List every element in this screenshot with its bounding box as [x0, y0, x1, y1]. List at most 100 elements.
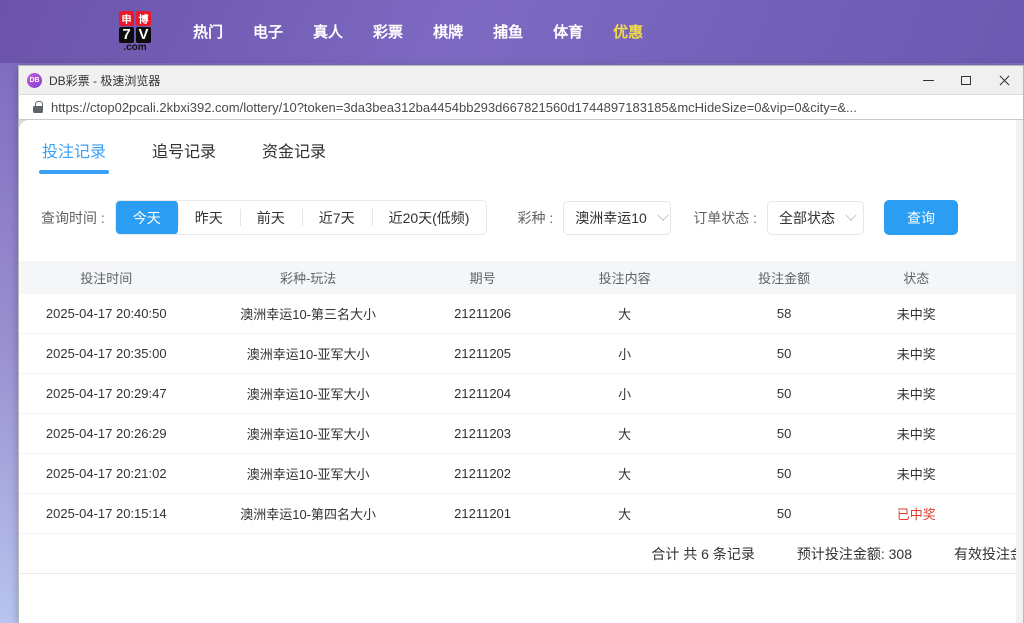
nav-item-electronic[interactable]: 电子	[253, 21, 283, 42]
cell-period: 21211206	[454, 306, 512, 321]
summary-expected-amount: 预计投注金额: 308	[796, 545, 912, 562]
nav-item-sports[interactable]: 体育	[553, 21, 583, 42]
cell-period: 21211203	[454, 426, 512, 441]
maximize-button[interactable]	[947, 66, 985, 94]
logo-char-v: V	[136, 26, 151, 43]
time-range-group: 今天 昨天 前天 近7天 近20天(低频)	[114, 200, 488, 235]
col-header-status: 状态	[903, 271, 930, 286]
cell-period: 21211201	[454, 506, 512, 521]
bet-records-table: 投注时间 彩种-玩法 期号 投注内容 投注金额 状态 2025-04-17 20…	[19, 261, 1016, 534]
cell-amount: 50	[776, 426, 792, 441]
main-nav: 热门 电子 真人 彩票 棋牌 捕鱼 体育 优惠	[193, 21, 643, 42]
cell-amount: 50	[776, 386, 792, 401]
browser-window: DB DB彩票 - 极速浏览器 https://ctop02pcali.2kbx…	[18, 65, 1024, 623]
nav-item-fishing[interactable]: 捕鱼	[493, 21, 523, 42]
url-text[interactable]: https://ctop02pcali.2kbxi392.com/lottery…	[51, 100, 857, 115]
status-filter-label: 订单状态 :	[693, 209, 758, 226]
cell-status: 未中奖	[896, 467, 936, 482]
cell-status: 已中奖	[896, 507, 936, 522]
chevron-down-icon	[845, 209, 857, 221]
cell-time: 2025-04-17 20:40:50	[45, 306, 167, 321]
tab-label: 资金记录	[262, 144, 327, 161]
search-button[interactable]: 查询	[884, 200, 959, 235]
cell-time: 2025-04-17 20:35:00	[45, 346, 167, 361]
logo-badge-shen: 申	[119, 10, 134, 26]
nav-item-hot[interactable]: 热门	[193, 21, 223, 42]
maximize-icon	[961, 75, 971, 85]
cell-content: 大	[618, 507, 632, 522]
vertical-scrollbar[interactable]	[1016, 120, 1023, 623]
col-header-period: 期号	[469, 271, 496, 286]
time-option-20days[interactable]: 近20天(低频)	[371, 201, 487, 234]
close-button[interactable]	[985, 66, 1023, 94]
tab-label: 追号记录	[152, 144, 217, 161]
active-tab-underline	[39, 170, 110, 174]
col-header-time: 投注时间	[80, 271, 133, 286]
time-filter-label: 查询时间 :	[41, 209, 105, 226]
order-status-select[interactable]: 全部状态	[767, 200, 865, 235]
cell-game: 澳洲幸运10-亚军大小	[246, 387, 370, 402]
table-row: 2025-04-17 20:29:47 澳洲幸运10-亚军大小 21211204…	[19, 374, 1016, 414]
cell-game: 澳洲幸运10-亚军大小	[246, 427, 370, 442]
cell-time: 2025-04-17 20:29:47	[45, 386, 167, 401]
table-row: 2025-04-17 20:40:50 澳洲幸运10-第三名大小 2121120…	[19, 294, 1016, 334]
cell-time: 2025-04-17 20:21:02	[45, 466, 167, 481]
nav-item-lottery[interactable]: 彩票	[373, 21, 403, 42]
cell-amount: 58	[776, 306, 792, 321]
table-header: 投注时间 彩种-玩法 期号 投注内容 投注金额 状态	[19, 261, 1016, 294]
cell-game: 澳洲幸运10-亚军大小	[246, 347, 370, 362]
table-row: 2025-04-17 20:26:29 澳洲幸运10-亚军大小 21211203…	[19, 414, 1016, 454]
logo-com: .com	[123, 41, 147, 53]
nav-item-live[interactable]: 真人	[313, 21, 343, 42]
cell-content: 小	[618, 387, 632, 402]
time-option-yesterday[interactable]: 昨天	[177, 201, 240, 234]
cell-time: 2025-04-17 20:26:29	[45, 426, 167, 441]
cell-period: 21211205	[454, 346, 512, 361]
cell-content: 大	[618, 467, 632, 482]
lottery-select[interactable]: 澳洲幸运10	[563, 200, 672, 235]
window-titlebar: DB DB彩票 - 极速浏览器	[19, 66, 1023, 94]
minimize-button[interactable]	[909, 66, 947, 94]
cell-status: 未中奖	[896, 347, 936, 362]
browser-favicon: DB	[27, 72, 42, 88]
site-logo[interactable]: 申 博 7 V .com	[105, 10, 165, 53]
cell-period: 21211202	[454, 466, 512, 481]
time-option-today[interactable]: 今天	[115, 201, 178, 234]
address-bar[interactable]: https://ctop02pcali.2kbxi392.com/lottery…	[19, 94, 1023, 120]
cell-amount: 50	[776, 346, 792, 361]
cell-period: 21211204	[454, 386, 512, 401]
col-header-content: 投注内容	[598, 271, 651, 286]
table-row: 2025-04-17 20:15:14 澳洲幸运10-第四名大小 2121120…	[19, 494, 1016, 534]
lock-icon	[33, 101, 43, 113]
chevron-down-icon	[657, 209, 669, 221]
cell-amount: 50	[776, 466, 792, 481]
cell-content: 小	[618, 347, 632, 362]
page-content: 投注记录 追号记录 资金记录 查询时间 : 今天 昨天 前天 近7天 近20天(…	[19, 120, 1023, 623]
status-select-value: 全部状态	[779, 209, 836, 226]
cell-content: 大	[618, 307, 632, 322]
cell-status: 未中奖	[896, 427, 936, 442]
close-icon	[999, 75, 1010, 86]
tab-fund-records[interactable]: 资金记录	[262, 138, 326, 174]
time-option-daybefore[interactable]: 前天	[239, 201, 302, 234]
cell-time: 2025-04-17 20:15:14	[45, 506, 167, 521]
cell-content: 大	[618, 427, 632, 442]
summary-total-records: 合计 共 6 条记录	[651, 545, 755, 562]
tab-chase-records[interactable]: 追号记录	[152, 138, 216, 174]
table-row: 2025-04-17 20:21:02 澳洲幸运10-亚军大小 21211202…	[19, 454, 1016, 494]
filter-bar: 查询时间 : 今天 昨天 前天 近7天 近20天(低频) 彩种 : 澳洲幸运10…	[41, 200, 1016, 235]
table-summary: 合计 共 6 条记录 预计投注金额: 308 有效投注金	[19, 534, 1023, 574]
cell-game: 澳洲幸运10-第三名大小	[240, 307, 377, 322]
table-row: 2025-04-17 20:35:00 澳洲幸运10-亚军大小 21211205…	[19, 334, 1016, 374]
cell-status: 未中奖	[896, 307, 936, 322]
col-header-amount: 投注金额	[758, 271, 811, 286]
tab-bet-records[interactable]: 投注记录	[39, 138, 110, 174]
nav-item-chess[interactable]: 棋牌	[433, 21, 463, 42]
time-option-7days[interactable]: 近7天	[301, 201, 372, 234]
logo-char-7: 7	[119, 26, 134, 43]
cell-amount: 50	[776, 506, 792, 521]
lottery-select-value: 澳洲幸运10	[575, 209, 647, 226]
nav-item-promo[interactable]: 优惠	[613, 21, 643, 42]
cell-status: 未中奖	[896, 387, 936, 402]
site-topbar: 申 博 7 V .com 热门 电子 真人 彩票 棋牌 捕鱼 体育 优惠	[0, 0, 1024, 63]
